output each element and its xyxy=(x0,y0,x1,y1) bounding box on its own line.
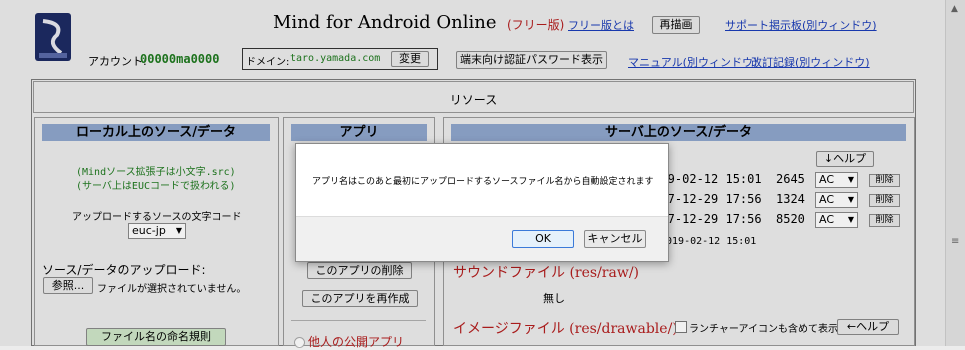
ok-button[interactable]: OK xyxy=(512,230,574,248)
dialog-footer: OK キャンセル xyxy=(296,216,668,261)
confirm-dialog: アプリ名はこのあと最初にアップロードするソースファイル名から自動設定されます O… xyxy=(295,143,669,262)
cancel-button[interactable]: キャンセル xyxy=(584,230,646,248)
dialog-message: アプリ名はこのあと最初にアップロードするソースファイル名から自動設定されます xyxy=(312,177,654,187)
